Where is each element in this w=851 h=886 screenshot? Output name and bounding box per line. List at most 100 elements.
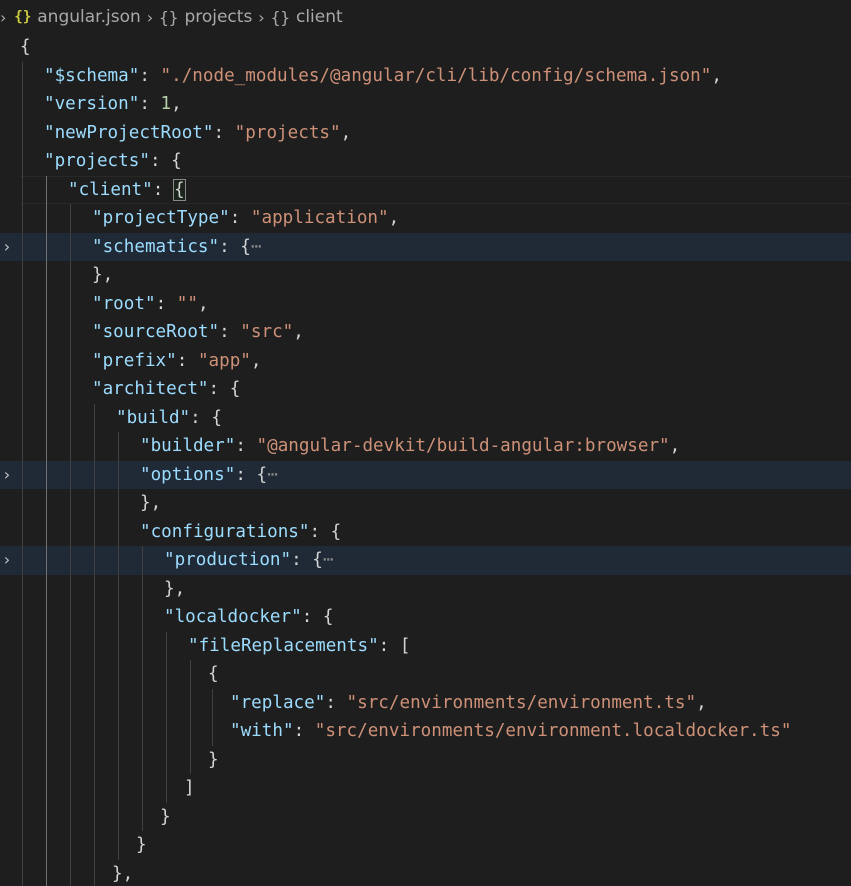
indent-guide [166, 660, 167, 689]
object-symbol-icon: {} [270, 7, 290, 27]
indent-guide [118, 660, 119, 689]
chevron-right-icon: › [146, 7, 154, 27]
indent-guide [166, 717, 167, 746]
breadcrumb-client[interactable]: client [296, 7, 343, 27]
chevron-right-icon[interactable]: › [0, 546, 14, 575]
code-line: "architect": { [0, 375, 851, 404]
indent-guide [166, 688, 167, 717]
indent-guide-active [46, 546, 47, 575]
indent-guide [70, 460, 71, 489]
json-key: "prefix" [92, 350, 177, 371]
indent-guide [142, 745, 143, 774]
code-line: "configurations": { [0, 517, 851, 546]
json-file-icon: {} [14, 9, 32, 25]
indent-guide [70, 717, 71, 746]
indent-guide [118, 774, 119, 803]
json-key: "replace" [230, 692, 326, 713]
indent-guide-active [46, 802, 47, 831]
indent-guide-active [46, 489, 47, 518]
indent-guide [190, 717, 191, 746]
indent-guide [22, 61, 23, 90]
indent-guide [22, 489, 23, 518]
code-line: "fileReplacements": [ [0, 631, 851, 660]
json-string: "app" [197, 350, 251, 371]
code-line: "projectType": "application", [0, 204, 851, 233]
json-key: "localdocker" [164, 607, 302, 627]
code-line: "newProjectRoot": "projects", [0, 118, 851, 147]
code-line: "with": "src/environments/environment.lo… [0, 717, 851, 746]
matched-bracket: { [172, 178, 186, 201]
indent-guide [70, 432, 71, 461]
indent-guide [142, 660, 143, 689]
indent-guide [70, 574, 71, 603]
json-key: "client" [68, 179, 153, 200]
code-area[interactable]: { "$schema": "./node_modules/@angular/cl… [0, 33, 851, 886]
code-line: "builder": "@angular-devkit/build-angula… [0, 432, 851, 461]
indent-guide [142, 688, 143, 717]
breadcrumb-file[interactable]: angular.json [37, 7, 141, 27]
folded-ellipsis[interactable]: ⋯ [267, 465, 278, 485]
code-editor[interactable]: › {} angular.json › {} projects › {} cli… [0, 0, 851, 886]
indent-guide [22, 574, 23, 603]
indent-guide [142, 631, 143, 660]
indent-guide [22, 774, 23, 803]
indent-guide-active [46, 517, 47, 546]
indent-guide [94, 859, 95, 886]
indent-guide [212, 688, 213, 717]
indent-guide [70, 802, 71, 831]
indent-guide [70, 631, 71, 660]
chevron-right-icon[interactable]: › [0, 233, 14, 262]
chevron-right-icon[interactable]: › [0, 461, 14, 490]
indent-guide [22, 118, 23, 147]
indent-guide [94, 603, 95, 632]
indent-guide [22, 175, 23, 204]
json-key: "sourceRoot" [92, 322, 220, 342]
json-key: "newProjectRoot" [44, 122, 214, 143]
indent-guide [118, 546, 119, 575]
indent-guide [142, 546, 143, 575]
indent-guide [70, 204, 71, 233]
json-key: "$schema" [44, 65, 140, 86]
indent-guide-active [46, 460, 47, 489]
code-line: "projects": { [0, 147, 851, 176]
indent-guide [118, 574, 119, 603]
indent-guide [70, 660, 71, 689]
indent-guide [190, 660, 191, 689]
code-line: } [0, 745, 851, 774]
indent-guide-active [46, 660, 47, 689]
breadcrumb-projects[interactable]: projects [184, 7, 252, 27]
code-line: "prefix": "app", [0, 346, 851, 375]
indent-guide [22, 460, 23, 489]
indent-guide [22, 289, 23, 318]
json-key: "configurations" [140, 521, 310, 542]
indent-guide [22, 318, 23, 347]
indent-guide [190, 688, 191, 717]
json-string: "./node_modules/@angular/cli/lib/config/… [160, 65, 712, 86]
indent-guide [94, 688, 95, 717]
indent-guide [22, 717, 23, 746]
indent-guide [94, 631, 95, 660]
folded-ellipsis[interactable]: ⋯ [251, 237, 262, 257]
json-string: "projects" [234, 122, 341, 143]
indent-guide [70, 232, 71, 261]
indent-guide [94, 432, 95, 461]
code-line-folded: › "options": {⋯ [0, 460, 851, 490]
indent-guide [94, 831, 95, 860]
indent-guide [22, 147, 23, 176]
json-string: "src" [240, 322, 294, 342]
json-key: "production" [164, 550, 292, 570]
indent-guide [118, 802, 119, 831]
indent-guide [190, 745, 191, 774]
indent-guide [70, 346, 71, 375]
indent-guide [142, 802, 143, 831]
indent-guide [94, 774, 95, 803]
folded-ellipsis[interactable]: ⋯ [323, 550, 334, 570]
indent-guide [70, 261, 71, 290]
indent-guide [22, 403, 23, 432]
indent-guide [22, 631, 23, 660]
json-key: "version" [44, 94, 140, 114]
code-line: "root": "", [0, 289, 851, 318]
indent-guide [142, 603, 143, 632]
indent-guide [118, 517, 119, 546]
indent-guide-active [46, 403, 47, 432]
